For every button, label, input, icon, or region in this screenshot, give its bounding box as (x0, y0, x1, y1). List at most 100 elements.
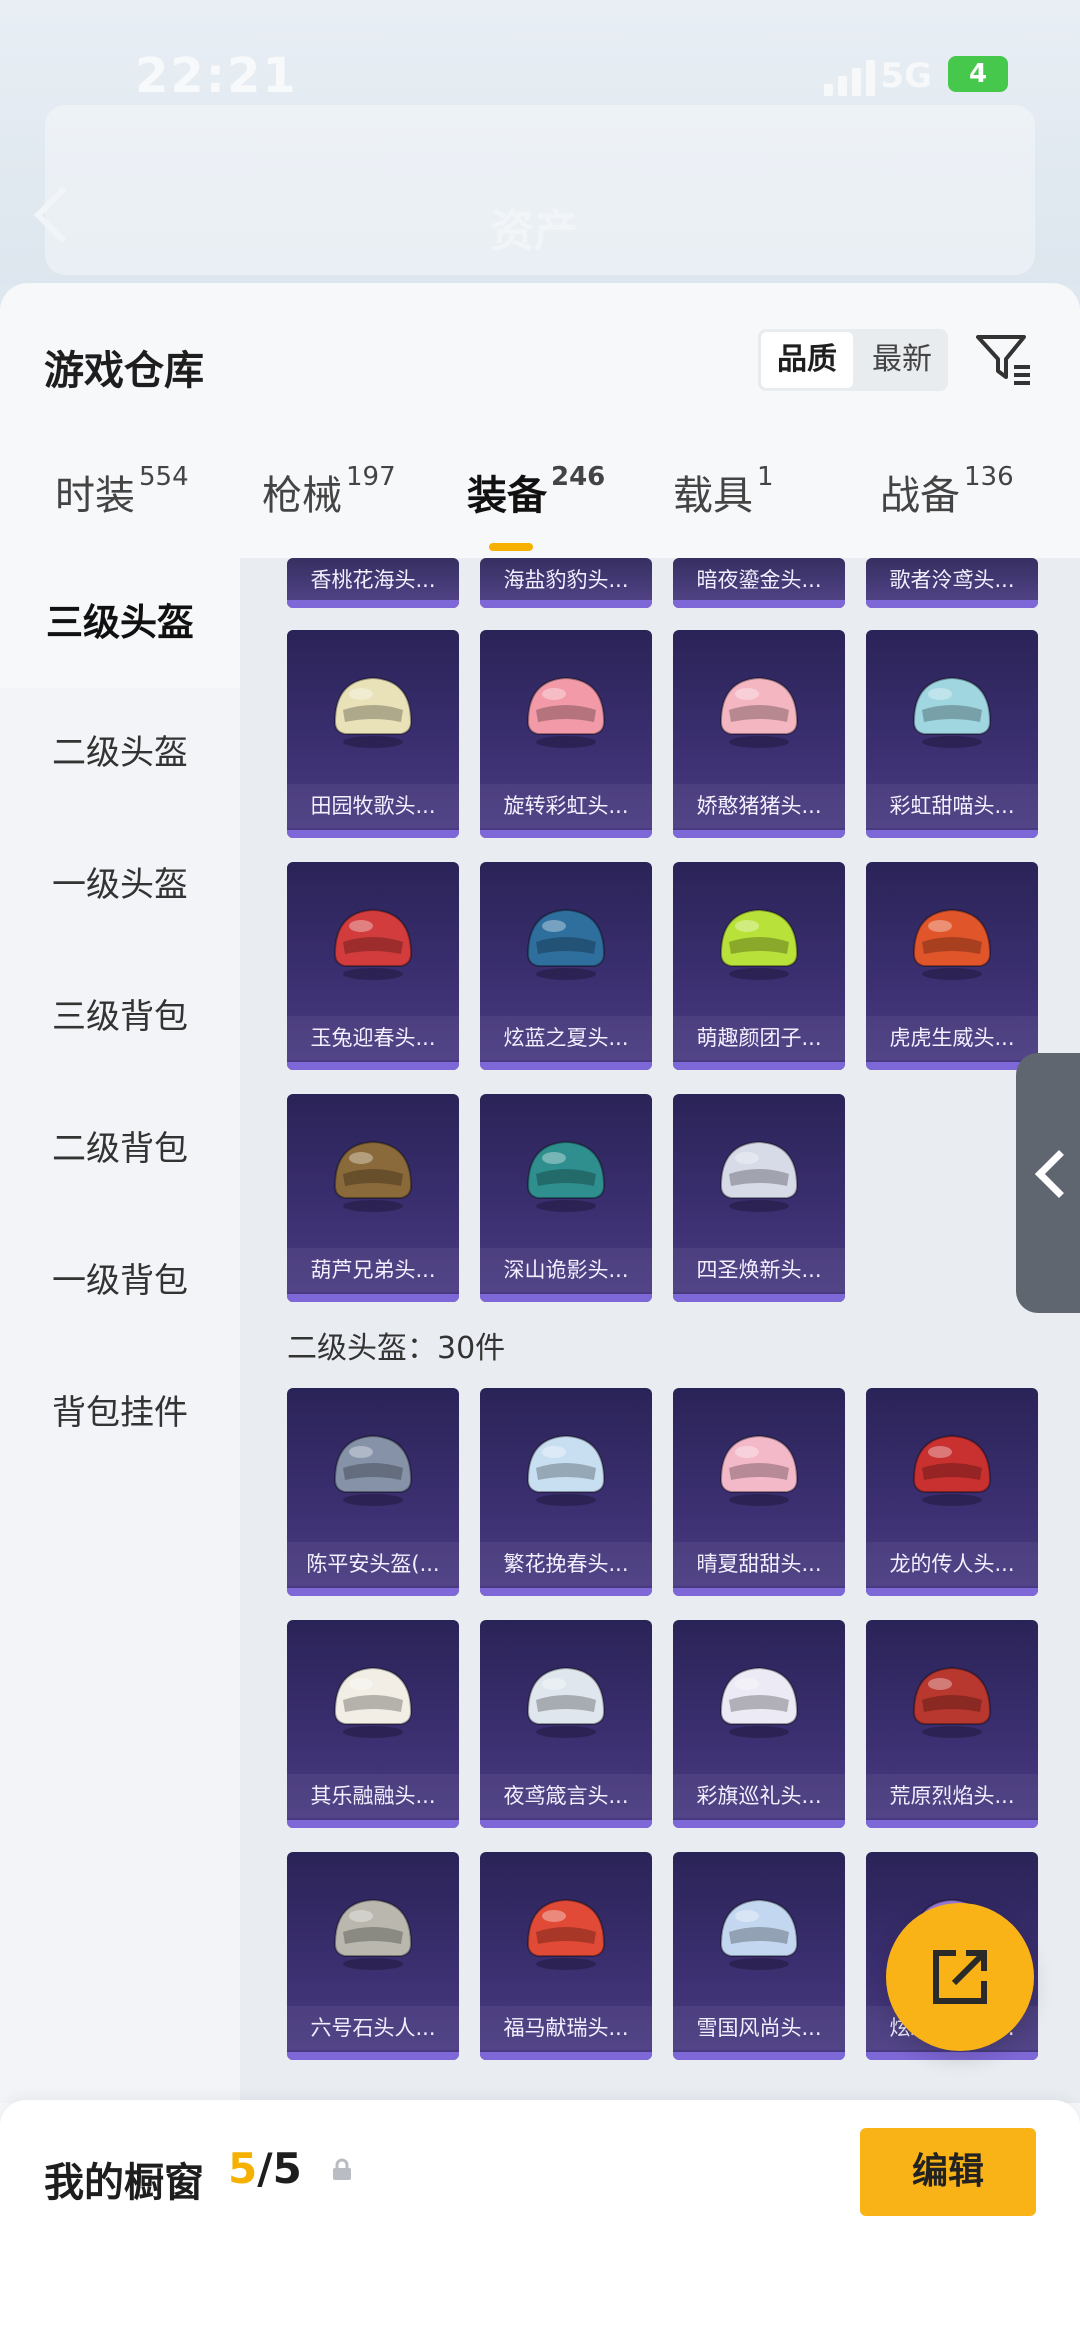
item-name: 其乐融融头... (287, 1774, 459, 1818)
helmet-icon (912, 1666, 992, 1738)
item-name: 龙的传人头... (866, 1542, 1038, 1586)
status-bar: 22:21 5G 4 (0, 40, 1080, 120)
helmet-icon (719, 1140, 799, 1212)
sidebar-item-level1-backpack[interactable]: 一级背包 (0, 1216, 240, 1346)
tab-fashion[interactable]: 时装 554 (55, 462, 189, 568)
item-card[interactable]: 四圣焕新头... (673, 1094, 845, 1302)
item-card[interactable]: 繁花挽春头... (480, 1388, 652, 1596)
helmet-icon (719, 676, 799, 748)
sidebar-item-level3-helmet[interactable]: 三级头盔 (0, 558, 240, 688)
item-name: 彩虹甜喵头... (866, 784, 1038, 828)
item-card[interactable]: 夜鸢箴言头... (480, 1620, 652, 1828)
item-card[interactable]: 彩虹甜喵头... (866, 630, 1038, 838)
helmet-icon (526, 676, 606, 748)
item-name: 晴夏甜甜头... (673, 1542, 845, 1586)
item-name: 虎虎生威头... (866, 1016, 1038, 1060)
active-tab-indicator (489, 543, 533, 551)
item-name: 炫蓝之夏头... (480, 1016, 652, 1060)
item-name: 陈平安头盔(... (287, 1542, 459, 1586)
background-page-title: 资产 (490, 206, 578, 257)
helmet-icon (333, 1898, 413, 1970)
item-card[interactable]: 香桃花海头... (287, 558, 459, 608)
helmet-icon (526, 1140, 606, 1212)
showcase-title: 我的橱窗 (44, 2160, 204, 2206)
item-card[interactable]: 彩旗巡礼头... (673, 1620, 845, 1828)
game-warehouse-sheet: 游戏仓库 品质 最新 时装 554 枪械 197 装备 246 载具 1 战备 136 三… (0, 283, 1080, 2341)
network-type: 5G (880, 56, 932, 96)
item-name: 旋转彩虹头... (480, 784, 652, 828)
item-name: 夜鸢箴言头... (480, 1774, 652, 1818)
item-card[interactable]: 六号石头人... (287, 1852, 459, 2060)
share-button[interactable] (886, 1903, 1034, 2051)
helmet-icon (333, 1140, 413, 1212)
item-name: 四圣焕新头... (673, 1248, 845, 1292)
showcase-count: 5/5 (228, 2144, 302, 2193)
item-grid: 香桃花海头... 海盐豹豹头... 暗夜鎏金头... 歌者泠鸢头... 田园牧歌… (240, 558, 1080, 2103)
item-name: 雪国风尚头... (673, 2006, 845, 2050)
item-card[interactable]: 晴夏甜甜头... (673, 1388, 845, 1596)
item-card[interactable]: 葫芦兄弟头... (287, 1094, 459, 1302)
item-card[interactable]: 海盐豹豹头... (480, 558, 652, 608)
helmet-icon (719, 1898, 799, 1970)
item-card[interactable]: 暗夜鎏金头... (673, 558, 845, 608)
tab-vehicles[interactable]: 载具 1 (673, 462, 774, 568)
item-card[interactable]: 雪国风尚头... (673, 1852, 845, 2060)
side-panel-handle[interactable] (1016, 1053, 1080, 1313)
item-card[interactable]: 荒原烈焰头... (866, 1620, 1038, 1828)
item-name: 萌趣颜团子... (673, 1016, 845, 1060)
sidebar-item-level2-helmet[interactable]: 二级头盔 (0, 688, 240, 818)
category-tabs: 时装 554 枪械 197 装备 246 载具 1 战备 136 (0, 462, 1080, 568)
item-card[interactable]: 旋转彩虹头... (480, 630, 652, 838)
item-name: 娇憨猪猪头... (673, 784, 845, 828)
item-card[interactable]: 虎虎生威头... (866, 862, 1038, 1070)
item-card[interactable]: 萌趣颜团子... (673, 862, 845, 1070)
item-card[interactable]: 福马献瑞头... (480, 1852, 652, 2060)
edit-button[interactable]: 编辑 (860, 2128, 1036, 2216)
chevron-left-icon (1034, 1149, 1080, 1199)
item-card[interactable]: 陈平安头盔(... (287, 1388, 459, 1596)
tab-supplies[interactable]: 战备 136 (880, 462, 1014, 568)
helmet-icon (526, 908, 606, 980)
sidebar-item-level1-helmet[interactable]: 一级头盔 (0, 820, 240, 950)
sidebar-item-level2-backpack[interactable]: 二级背包 (0, 1084, 240, 1214)
helmet-icon (526, 1666, 606, 1738)
item-name: 福马献瑞头... (480, 2006, 652, 2050)
helmet-icon (912, 908, 992, 980)
item-card[interactable]: 龙的传人头... (866, 1388, 1038, 1596)
sort-toggle[interactable]: 品质 最新 (758, 329, 948, 391)
helmet-icon (333, 908, 413, 980)
item-name: 彩旗巡礼头... (673, 1774, 845, 1818)
item-name: 玉兔迎春头... (287, 1016, 459, 1060)
battery-icon: 4 (948, 56, 1008, 92)
item-name: 深山诡影头... (480, 1248, 652, 1292)
item-card[interactable]: 玉兔迎春头... (287, 862, 459, 1070)
item-card[interactable]: 歌者泠鸢头... (866, 558, 1038, 608)
sheet-title: 游戏仓库 (44, 348, 204, 394)
my-showcase-bar: 我的橱窗 5/5 编辑 (0, 2100, 1080, 2341)
tab-weapons[interactable]: 枪械 197 (262, 462, 396, 568)
item-card[interactable]: 田园牧歌头... (287, 630, 459, 838)
item-name: 田园牧歌头... (287, 784, 459, 828)
item-name: 葫芦兄弟头... (287, 1248, 459, 1292)
helmet-icon (719, 1434, 799, 1506)
item-card[interactable]: 深山诡影头... (480, 1094, 652, 1302)
helmet-icon (333, 676, 413, 748)
item-name: 六号石头人... (287, 2006, 459, 2050)
filter-icon[interactable] (974, 329, 1034, 389)
helmet-icon (719, 908, 799, 980)
sort-by-newest[interactable]: 最新 (856, 329, 948, 391)
signal-icon (824, 60, 880, 96)
external-link-icon (933, 1950, 987, 2004)
item-card[interactable]: 炫蓝之夏头... (480, 862, 652, 1070)
item-name: 荒原烈焰头... (866, 1774, 1038, 1818)
status-time: 22:21 (135, 48, 298, 104)
lock-icon (333, 2158, 351, 2180)
tab-equipment[interactable]: 装备 246 (467, 462, 605, 568)
sort-by-quality[interactable]: 品质 (761, 332, 853, 388)
sidebar-item-level3-backpack[interactable]: 三级背包 (0, 952, 240, 1082)
helmet-icon (526, 1898, 606, 1970)
item-card[interactable]: 其乐融融头... (287, 1620, 459, 1828)
sidebar-item-backpack-charm[interactable]: 背包挂件 (0, 1348, 240, 1478)
item-name: 繁花挽春头... (480, 1542, 652, 1586)
item-card[interactable]: 娇憨猪猪头... (673, 630, 845, 838)
